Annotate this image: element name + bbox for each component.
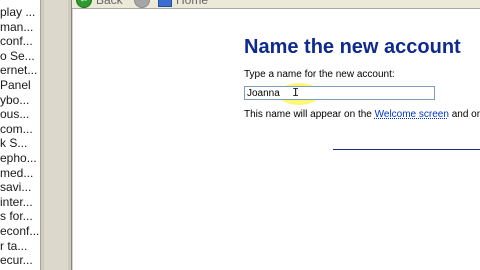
left-task-pane: play ... man... conf... o Se... ernet... Pane… [0, 0, 72, 270]
page-title: Name the new account [244, 36, 461, 58]
left-list-item[interactable]: econf... [0, 224, 40, 239]
note-prefix: This name will appear on the [244, 109, 375, 120]
left-list-item[interactable]: med... [0, 166, 40, 181]
account-name-input[interactable] [244, 86, 435, 100]
home-button[interactable]: Home [158, 0, 208, 8]
left-list-item[interactable]: k S... [0, 136, 40, 151]
scrollbar-track[interactable] [44, 0, 68, 270]
left-list-item[interactable]: inter... [0, 195, 40, 210]
home-icon [158, 0, 172, 7]
welcome-screen-link[interactable]: Welcome screen [375, 109, 449, 120]
left-list-item[interactable]: savi... [0, 180, 40, 195]
left-list-item[interactable]: ybo... [0, 93, 40, 108]
wizard-page: Name the new account Type a name for the… [72, 9, 480, 270]
home-button-label: Home [176, 0, 209, 7]
forward-button[interactable] [134, 0, 150, 8]
left-list-item[interactable]: conf... [0, 34, 40, 49]
left-list-item[interactable]: ous... [0, 107, 40, 122]
name-note: This name will appear on the Welcome scr… [244, 109, 480, 120]
left-list-item[interactable]: man... [0, 20, 40, 35]
left-list-item[interactable]: ernet... [0, 63, 40, 78]
left-list-item[interactable]: epho... [0, 151, 40, 166]
vertical-scrollbar[interactable] [40, 0, 72, 270]
text-cursor-icon: I [292, 86, 300, 100]
left-list-item[interactable]: ecur... [0, 253, 40, 268]
forward-arrow-icon [134, 0, 150, 8]
left-item-list: play ... man... conf... o Se... ernet... Pane… [0, 5, 40, 270]
back-button[interactable]: ← Back [76, 0, 123, 8]
left-list-item[interactable]: o Se... [0, 49, 40, 64]
left-list-item[interactable]: com... [0, 122, 40, 137]
left-list-item[interactable]: Panel [0, 78, 40, 93]
note-suffix: and on t [451, 109, 480, 120]
left-list-item[interactable]: play ... [0, 5, 40, 20]
back-arrow-icon: ← [76, 0, 92, 8]
separator-line [333, 149, 480, 150]
left-list-item[interactable]: r ta... [0, 239, 40, 254]
navigation-toolbar: ← Back Home [72, 0, 480, 9]
left-list-item[interactable]: s for... [0, 209, 40, 224]
back-button-label: Back [96, 0, 123, 7]
name-prompt-label: Type a name for the new account: [244, 69, 395, 80]
